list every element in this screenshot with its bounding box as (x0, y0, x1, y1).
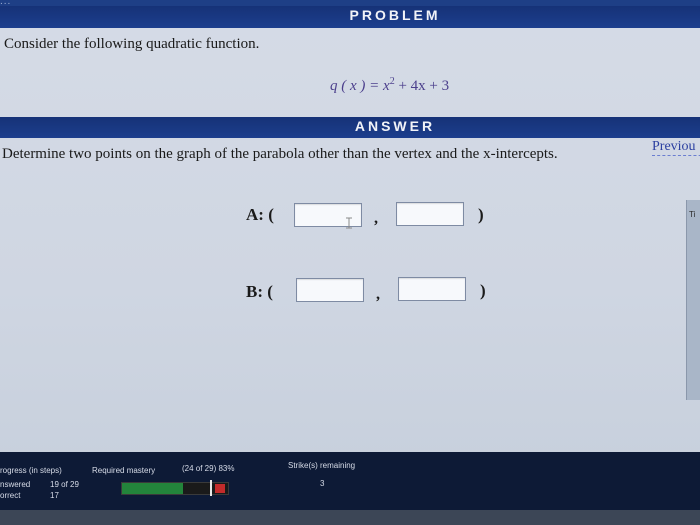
problem-section: Consider the following quadratic functio… (0, 28, 700, 128)
problem-header-bar: PROBLEM (0, 6, 700, 28)
side-tab[interactable]: Ti (686, 200, 700, 400)
equation-rhs: + 4x + 3 (394, 78, 450, 94)
bottom-strip (0, 510, 700, 525)
mastery-detail: (24 of 29) 83% (182, 464, 235, 473)
point-a-close-paren: ) (478, 205, 484, 224)
answered-value: 19 of 29 (50, 480, 79, 489)
point-b-label: B: ( (246, 282, 273, 301)
answer-header-bar: ANSWER (0, 117, 700, 138)
strike-indicator (215, 484, 225, 493)
progress-bar (121, 480, 229, 496)
equation-lhs: q ( x ) = x (330, 78, 390, 94)
progress-label: rogress (in steps) (0, 466, 62, 475)
answer-instruction: Determine two points on the graph of the… (2, 146, 558, 162)
point-a-label: A: ( (246, 205, 274, 224)
mastery-marker (210, 480, 212, 496)
correct-value: 17 (50, 491, 59, 500)
point-b-x-input[interactable] (296, 278, 364, 302)
text-cursor-icon (346, 217, 352, 229)
quadratic-equation: q ( x ) = x2 + 4x + 3 (330, 76, 449, 95)
strikes-label: Strike(s) remaining (288, 461, 356, 470)
point-a-y-input[interactable] (396, 202, 464, 226)
answer-header: ANSWER (354, 118, 436, 134)
point-b-close-paren: ) (480, 281, 486, 300)
strikes-value: 3 (320, 479, 325, 488)
point-b-comma: , (376, 286, 380, 303)
answered-label: nswered (0, 480, 31, 489)
problem-header: PROBLEM (349, 7, 441, 23)
progress-fill (122, 483, 183, 494)
point-a-comma: , (374, 210, 378, 227)
side-tab-label: Ti (689, 210, 696, 219)
mastery-label: Required mastery (92, 466, 156, 475)
problem-prompt: Consider the following quadratic functio… (4, 36, 260, 52)
correct-label: orrect (0, 491, 21, 500)
point-b-y-input[interactable] (398, 277, 466, 301)
previous-link[interactable]: Previou (652, 139, 700, 156)
